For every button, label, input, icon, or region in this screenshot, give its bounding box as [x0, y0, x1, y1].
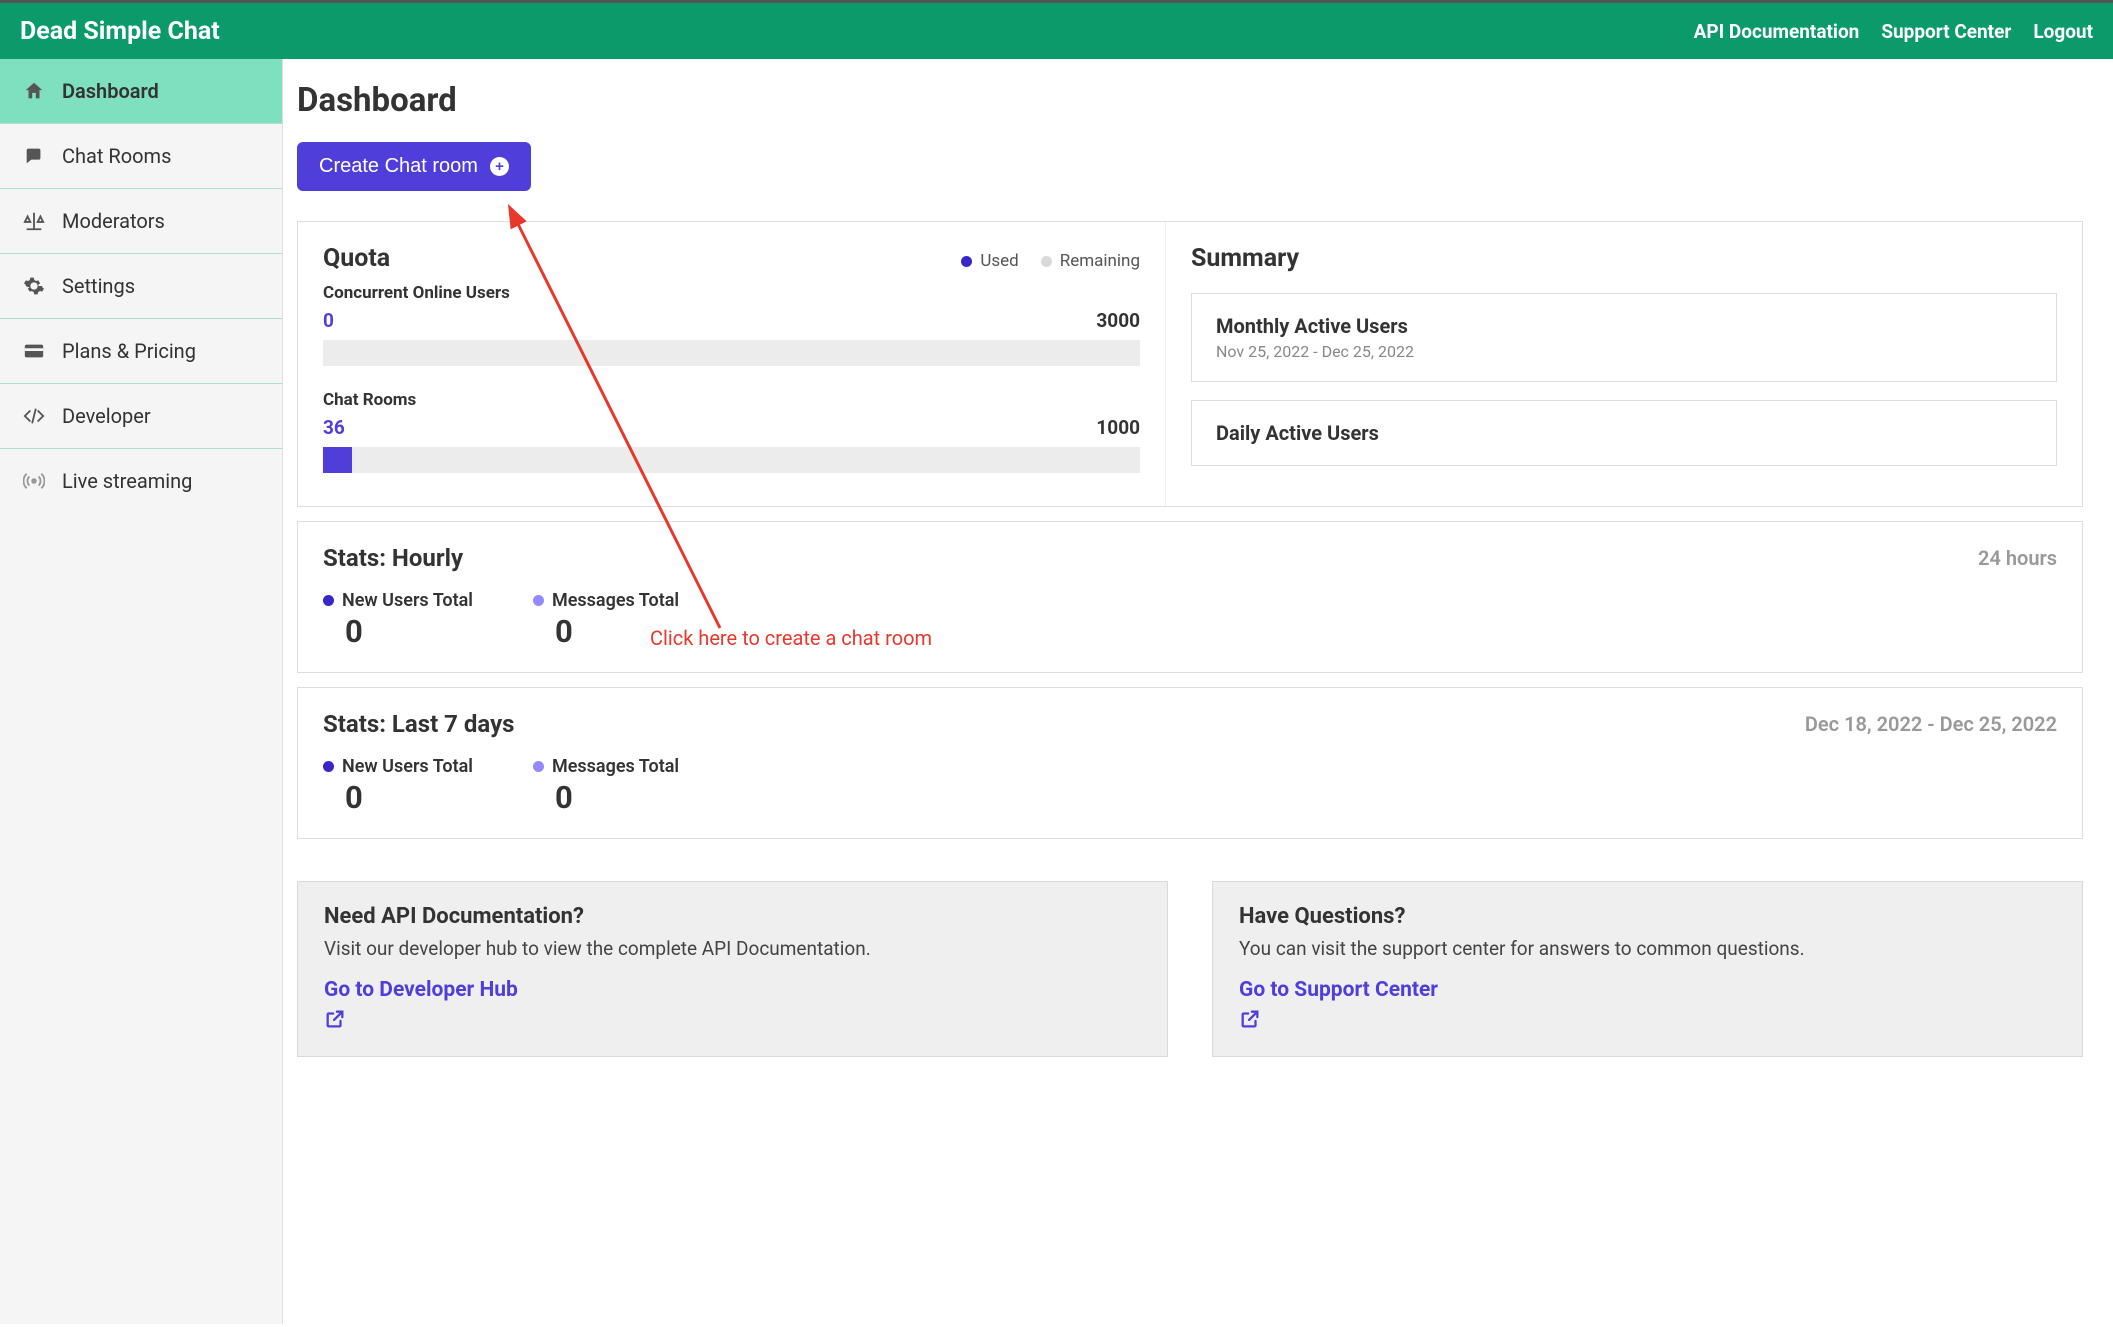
go-to-support-center-link[interactable]: Go to Support Center	[1239, 978, 2056, 1002]
dot-icon	[533, 761, 544, 772]
code-icon	[22, 404, 46, 428]
stats-7d-messages-value: 0	[555, 779, 679, 816]
stats-7d-messages-label: Messages Total	[552, 756, 679, 777]
stats-hourly-newusers-label: New Users Total	[342, 590, 473, 611]
metric-chatrooms-current: 36	[323, 416, 345, 439]
support-body: You can visit the support center for ans…	[1239, 937, 2056, 960]
sidebar-item-developer[interactable]: Developer	[0, 384, 282, 449]
dot-icon	[533, 595, 544, 606]
stats-7d-card: Stats: Last 7 days Dec 18, 2022 - Dec 25…	[297, 687, 2083, 839]
summary-monthly-box[interactable]: Monthly Active Users Nov 25, 2022 - Dec …	[1191, 293, 2057, 382]
legend-used-label: Used	[980, 251, 1018, 271]
metric-chatrooms-fill	[323, 447, 352, 473]
sidebar-item-label: Plans & Pricing	[62, 339, 196, 363]
metric-chatrooms-bar	[323, 447, 1140, 473]
create-chat-room-button[interactable]: Create Chat room +	[297, 142, 531, 191]
home-icon	[22, 79, 46, 103]
summary-daily-box[interactable]: Daily Active Users	[1191, 400, 2057, 466]
external-link-icon	[324, 1008, 1141, 1034]
scales-icon	[22, 209, 46, 233]
support-title: Have Questions?	[1239, 904, 2056, 929]
quota-legend: Used Remaining	[323, 251, 1140, 271]
used-dot-icon	[961, 256, 972, 267]
summary-monthly-title: Monthly Active Users	[1216, 314, 2032, 338]
stats-7d-newusers-label: New Users Total	[342, 756, 473, 777]
api-doc-card: Need API Documentation? Visit our develo…	[297, 881, 1168, 1057]
sidebar: Dashboard Chat Rooms Moderators Settings…	[0, 59, 283, 1324]
main-content: Dashboard Create Chat room + Quota Used …	[283, 59, 2113, 1324]
dot-icon	[323, 761, 334, 772]
sidebar-item-label: Settings	[62, 274, 135, 298]
sidebar-item-label: Developer	[62, 404, 151, 428]
metric-concurrent-label: Concurrent Online Users	[323, 283, 1140, 303]
summary-monthly-range: Nov 25, 2022 - Dec 25, 2022	[1216, 342, 2032, 361]
top-links: API Documentation Support Center Logout	[1694, 20, 2093, 43]
remaining-dot-icon	[1041, 256, 1052, 267]
external-link-icon	[1239, 1008, 2056, 1034]
support-center-link[interactable]: Support Center	[1881, 20, 2011, 43]
brand-title: Dead Simple Chat	[20, 17, 220, 46]
metric-chatrooms-label: Chat Rooms	[323, 390, 1140, 410]
api-doc-body: Visit our developer hub to view the comp…	[324, 937, 1141, 960]
quota-card: Quota Used Remaining Concurrent Online U…	[298, 222, 1166, 506]
metric-concurrent-current: 0	[323, 309, 334, 332]
create-button-label: Create Chat room	[319, 155, 478, 178]
legend-remaining-label: Remaining	[1060, 251, 1140, 271]
metric-concurrent-bar	[323, 340, 1140, 366]
page-title: Dashboard	[297, 81, 2083, 120]
go-to-developer-hub-link[interactable]: Go to Developer Hub	[324, 978, 1141, 1002]
api-documentation-link[interactable]: API Documentation	[1694, 20, 1860, 43]
summary-heading: Summary	[1191, 244, 2057, 273]
sidebar-item-moderators[interactable]: Moderators	[0, 189, 282, 254]
sidebar-item-label: Moderators	[62, 209, 165, 233]
sidebar-item-settings[interactable]: Settings	[0, 254, 282, 319]
sidebar-item-label: Chat Rooms	[62, 144, 171, 168]
metric-concurrent-max: 3000	[1096, 309, 1140, 332]
stats-hourly-newusers-value: 0	[345, 613, 473, 650]
chat-icon	[22, 144, 46, 168]
topbar: Dead Simple Chat API Documentation Suppo…	[0, 3, 2113, 59]
support-card: Have Questions? You can visit the suppor…	[1212, 881, 2083, 1057]
sidebar-item-dashboard[interactable]: Dashboard	[0, 59, 282, 124]
sidebar-item-label: Live streaming	[62, 469, 192, 493]
dot-icon	[323, 595, 334, 606]
stats-hourly-card: Stats: Hourly 24 hours New Users Total 0…	[297, 521, 2083, 673]
stats-hourly-period: 24 hours	[1978, 546, 2057, 570]
metric-chatrooms-max: 1000	[1096, 416, 1140, 439]
stats-7d-newusers-value: 0	[345, 779, 473, 816]
sidebar-item-chat-rooms[interactable]: Chat Rooms	[0, 124, 282, 189]
stats-hourly-messages-label: Messages Total	[552, 590, 679, 611]
stats-hourly-heading: Stats: Hourly	[323, 544, 463, 572]
logout-link[interactable]: Logout	[2033, 20, 2093, 43]
sidebar-item-plans-pricing[interactable]: Plans & Pricing	[0, 319, 282, 384]
stats-7d-heading: Stats: Last 7 days	[323, 710, 514, 738]
summary-daily-title: Daily Active Users	[1216, 421, 2032, 445]
sidebar-item-live-streaming[interactable]: Live streaming	[0, 449, 282, 513]
annotation-text: Click here to create a chat room	[650, 626, 932, 650]
card-icon	[22, 339, 46, 363]
sidebar-item-label: Dashboard	[62, 79, 159, 103]
plus-icon: +	[490, 157, 509, 176]
broadcast-icon	[22, 469, 46, 493]
summary-card: Summary Monthly Active Users Nov 25, 202…	[1166, 222, 2082, 506]
stats-7d-period: Dec 18, 2022 - Dec 25, 2022	[1805, 712, 2057, 736]
api-doc-title: Need API Documentation?	[324, 904, 1141, 929]
gear-icon	[22, 274, 46, 298]
